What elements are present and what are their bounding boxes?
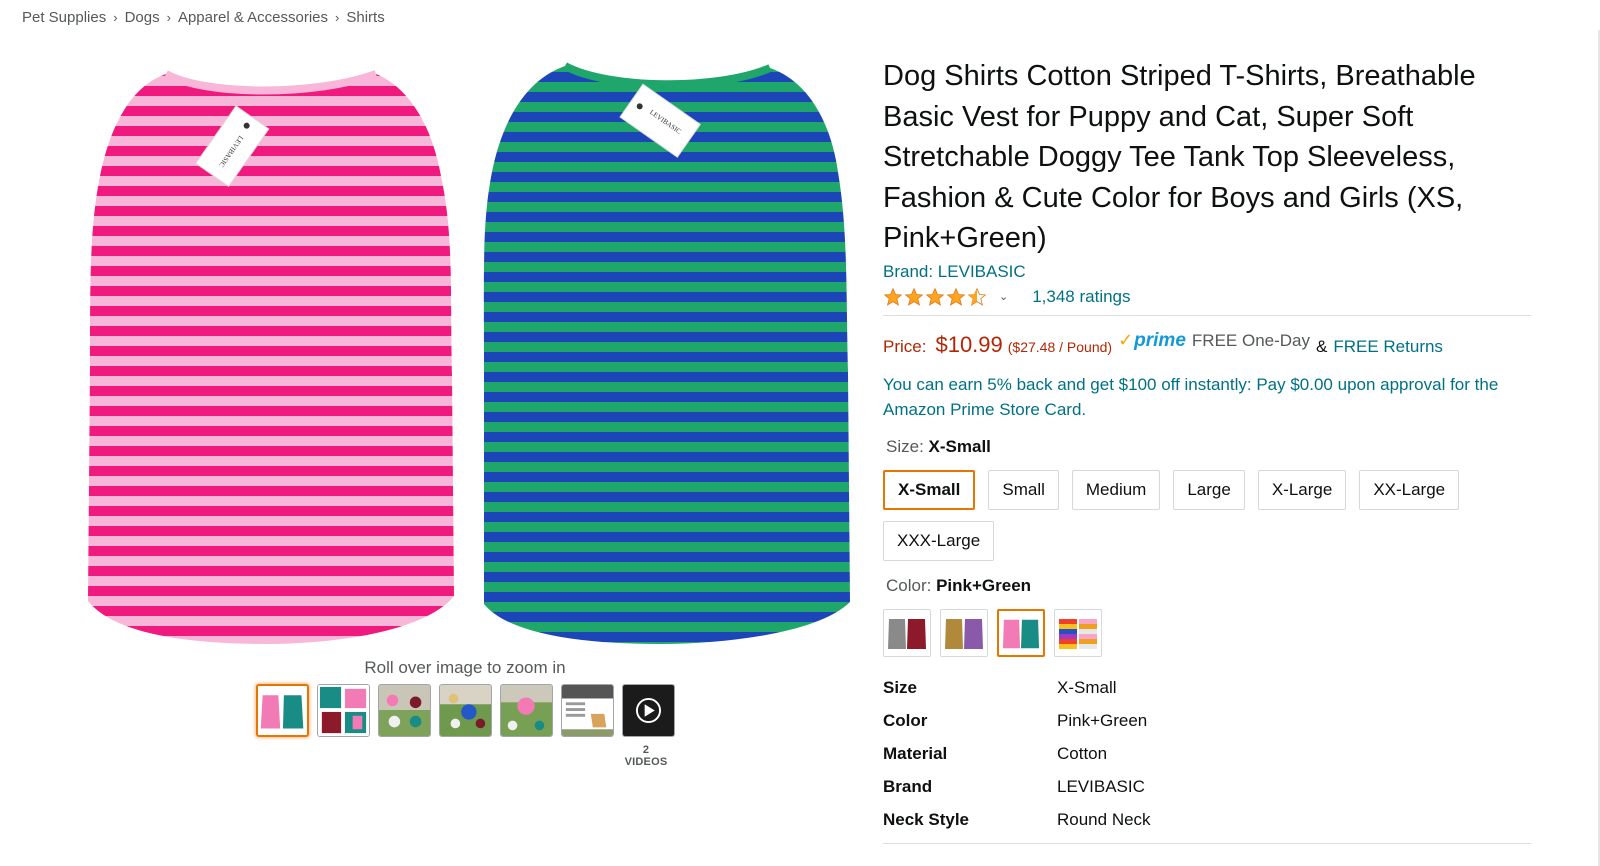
star-full-icon [883, 287, 903, 306]
color-swatches [883, 608, 1533, 657]
size-label: Size: [886, 436, 924, 456]
spec-key: Color [883, 711, 928, 730]
prime-logo: prime [1134, 329, 1186, 351]
product-specs-table: Size X-Small Color Pink+Green Material C… [883, 672, 1533, 837]
color-swatch-pink-green[interactable] [997, 608, 1045, 657]
breadcrumb-separator: › [335, 10, 340, 25]
thumbnail-size-chart[interactable] [561, 684, 614, 737]
spec-key: Neck Style [883, 810, 969, 829]
size-option-small[interactable]: Small [988, 469, 1059, 510]
size-option-x-large[interactable]: X-Large [1257, 469, 1347, 510]
store-card-promo-link[interactable]: You can earn 5% back and get $100 off in… [883, 372, 1523, 422]
spec-row-color: Color Pink+Green [883, 705, 1533, 738]
thumbnail-dogs-lifestyle-1[interactable] [378, 684, 431, 737]
star-rating[interactable] [883, 287, 987, 307]
color-selected-value: Pink+Green [936, 575, 1032, 595]
star-full-icon [925, 287, 945, 306]
spec-value: Cotton [1057, 744, 1108, 763]
price-label: Price: [883, 336, 927, 356]
star-full-icon [904, 287, 924, 306]
product-info: Dog Shirts Cotton Striped T-Shirts, Brea… [883, 56, 1533, 844]
free-returns-link[interactable]: FREE Returns [1333, 337, 1443, 357]
price-row: Price: $10.99 ($27.48 / Pound) ✓ prime F… [883, 330, 1533, 358]
spec-key: Size [883, 678, 918, 697]
chevron-down-icon[interactable]: ⌄ [999, 290, 1008, 303]
breadcrumb-apparel-accessories[interactable]: Apparel & Accessories [178, 9, 328, 26]
section-divider [883, 314, 1531, 316]
star-half-icon [967, 287, 987, 306]
size-options: X-Small Small Medium Large X-Large XX-La… [883, 469, 1493, 561]
spec-row-size: Size X-Small [883, 672, 1533, 705]
breadcrumb-pet-supplies[interactable]: Pet Supplies [22, 9, 106, 26]
spec-key: Brand [883, 777, 933, 796]
green-striped-shirt-image: LEVIBASIC [483, 62, 851, 644]
zoom-hint: Roll over image to zoom in [364, 658, 566, 677]
pink-striped-shirt-image: LEVIBASIC [88, 70, 454, 644]
breadcrumb-shirts[interactable]: Shirts [346, 9, 384, 26]
spec-row-brand: Brand LEVIBASIC [883, 771, 1533, 804]
color-label-row: Color: Pink+Green [886, 576, 1533, 596]
size-option-xxx-large[interactable]: XXX-Large [883, 520, 995, 561]
spec-key: Material [883, 744, 948, 763]
brand-link[interactable]: Brand: LEVIBASIC [883, 262, 1533, 282]
spec-value: Round Neck [1057, 810, 1151, 829]
section-divider [883, 842, 1531, 844]
thumbnail-dogs-lifestyle-2[interactable] [439, 684, 492, 737]
prime-check-icon: ✓ [1118, 329, 1134, 350]
spec-row-neck-style: Neck Style Round Neck [883, 804, 1533, 837]
spec-value: Pink+Green [1057, 711, 1148, 730]
thumbnail-video[interactable] [622, 684, 675, 737]
spec-row-material: Material Cotton [883, 738, 1533, 771]
videos-count-label: 2 VIDEOS [624, 744, 668, 768]
color-label: Color: [886, 575, 932, 595]
size-label-row: Size: X-Small [886, 437, 1533, 457]
size-option-xx-large[interactable]: XX-Large [1359, 469, 1460, 510]
spec-value: X-Small [1057, 678, 1117, 697]
rating-row: ⌄ 1,348 ratings [883, 285, 1533, 309]
size-option-large[interactable]: Large [1173, 469, 1245, 510]
color-swatch-brown-purple[interactable] [940, 608, 988, 657]
spec-value: LEVIBASIC [1057, 777, 1145, 796]
product-title: Dog Shirts Cotton Striped T-Shirts, Brea… [883, 60, 1476, 254]
breadcrumb-separator: › [166, 10, 171, 25]
color-swatch-grey-wine[interactable] [883, 608, 931, 657]
thumbnail-shirts-collage[interactable] [317, 684, 370, 737]
ampersand: & [1316, 336, 1328, 356]
color-swatch-rainbow-stripes[interactable] [1054, 608, 1102, 657]
free-one-day-text: FREE One-Day [1191, 330, 1310, 350]
thumbnail-strip [256, 684, 675, 737]
size-selected-value: X-Small [928, 436, 991, 456]
breadcrumb: Pet Supplies › Dogs › Apparel & Accessor… [22, 9, 385, 26]
star-full-icon [946, 287, 966, 306]
size-option-x-small[interactable]: X-Small [883, 469, 976, 510]
thumbnail-pink-green-shirts[interactable] [256, 684, 309, 737]
thumbnail-dogs-lifestyle-3[interactable] [500, 684, 553, 737]
breadcrumb-separator: › [113, 10, 118, 25]
prime-badge: ✓ prime FREE One-Day [1118, 330, 1310, 352]
size-option-medium[interactable]: Medium [1071, 469, 1161, 510]
ratings-count-link[interactable]: 1,348 ratings [1032, 287, 1130, 307]
breadcrumb-dogs[interactable]: Dogs [125, 9, 160, 26]
price-value: $10.99 [935, 331, 1003, 357]
main-product-image[interactable]: LEVIBASIC LEVIBASIC [84, 58, 874, 658]
unit-price: ($27.48 / Pound) [1007, 338, 1113, 355]
